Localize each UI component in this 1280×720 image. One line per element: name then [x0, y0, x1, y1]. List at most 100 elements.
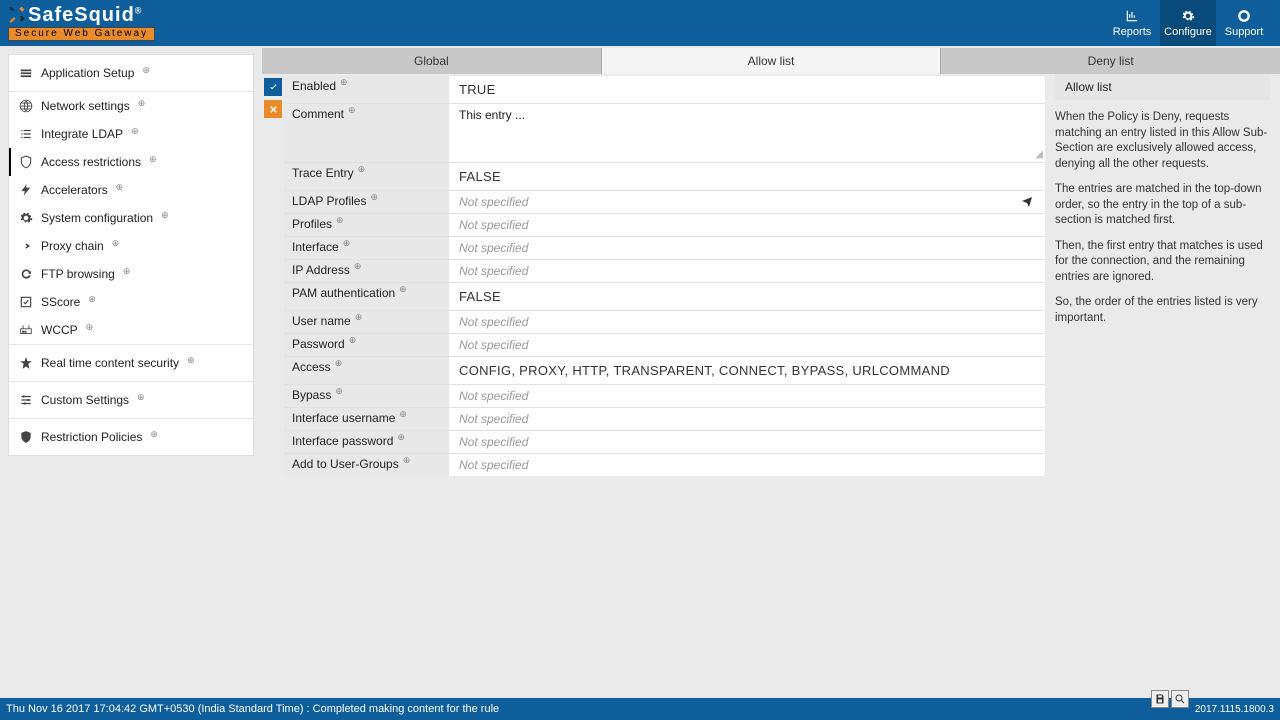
help-icon[interactable]: ⊕ — [397, 432, 405, 443]
search-icon — [1174, 693, 1186, 705]
sidebar-item-network-settings[interactable]: Network settings⊕ — [9, 92, 253, 120]
brand-logo: SafeSquid® Secure Web Gateway — [8, 5, 155, 41]
sidebar-item-real-time-content-security[interactable]: Real time content security⊕ — [9, 345, 253, 381]
tab-deny-list[interactable]: Deny list — [940, 48, 1280, 74]
brand-tagline: Secure Web Gateway — [8, 27, 155, 41]
help-icon[interactable]: ⊕ — [138, 98, 146, 109]
form-value[interactable]: Not specified — [449, 237, 1045, 259]
router-icon — [19, 323, 33, 337]
tab-allow-list[interactable]: Allow list — [601, 48, 941, 74]
sidebar-item-label: Proxy chain — [41, 239, 104, 253]
help-icon[interactable]: ⊕ — [137, 392, 145, 403]
tab-global[interactable]: Global — [262, 48, 601, 74]
form-label: Bypass⊕ — [284, 385, 449, 407]
sidebar-item-application-setup[interactable]: Application Setup⊕ — [9, 55, 253, 91]
help-icon[interactable]: ⊕ — [399, 284, 407, 295]
form-row-password: Password⊕Not specified — [284, 333, 1045, 356]
help-icon[interactable]: ⊕ — [150, 429, 158, 440]
sidebar-item-wccp[interactable]: WCCP ⊕ — [9, 316, 253, 344]
form-value[interactable]: Not specified — [449, 385, 1045, 407]
help-icon[interactable]: ⊕ — [335, 386, 343, 397]
help-icon[interactable]: ⊕ — [336, 215, 344, 226]
save-button[interactable] — [1151, 690, 1169, 708]
help-icon[interactable]: ⊕ — [335, 358, 343, 369]
sidebar-item-custom-settings[interactable]: Custom Settings ⊕ — [9, 382, 253, 418]
top-actions: Reports Configure Support — [1104, 0, 1272, 46]
help-paragraph: The entries are matched in the top-down … — [1055, 182, 1270, 229]
help-icon[interactable]: ⊕ — [340, 77, 348, 88]
help-icon[interactable]: ⊕ — [149, 154, 157, 165]
sidebar-item-integrate-ldap[interactable]: Integrate LDAP⊕ — [9, 120, 253, 148]
help-icon[interactable]: ⊕ — [116, 182, 124, 193]
form-value[interactable]: FALSE — [449, 283, 1045, 310]
help-icon[interactable]: ⊕ — [123, 266, 131, 277]
sidebar-item-label: WCCP — [41, 323, 78, 337]
list-icon — [19, 127, 33, 141]
sidebar-item-system-configuration[interactable]: System configuration ⊕ — [9, 204, 253, 232]
help-icon[interactable]: ⊕ — [354, 261, 362, 272]
form-value[interactable]: Not specified — [449, 311, 1045, 333]
form-row-access: Access⊕CONFIG, PROXY, HTTP, TRANSPARENT,… — [284, 356, 1045, 384]
sidebar-item-ftp-browsing[interactable]: FTP browsing ⊕ — [9, 260, 253, 288]
comment-input[interactable]: This entry ...◢ — [449, 104, 1045, 162]
sidebar-item-proxy-chain[interactable]: Proxy chain ⊕ — [9, 232, 253, 260]
help-icon[interactable]: ⊕ — [355, 312, 363, 323]
reports-button[interactable]: Reports — [1104, 0, 1160, 46]
sidebar-item-sscore[interactable]: SScore⊕ — [9, 288, 253, 316]
confirm-button[interactable] — [264, 78, 282, 96]
form-label: Interface⊕ — [284, 237, 449, 259]
help-icon[interactable]: ⊕ — [88, 294, 96, 305]
help-paragraph: So, the order of the entries listed is v… — [1055, 295, 1270, 326]
sidebar: Application Setup⊕Network settings⊕Integ… — [0, 46, 262, 698]
help-icon[interactable]: ⊕ — [358, 164, 366, 175]
help-icon[interactable]: ⊕ — [348, 105, 356, 116]
form-value[interactable]: FALSE — [449, 163, 1045, 190]
configure-button[interactable]: Configure — [1160, 0, 1216, 46]
help-icon[interactable]: ⊕ — [399, 409, 407, 420]
sidebar-item-label: FTP browsing — [41, 267, 115, 281]
search-button[interactable] — [1171, 690, 1189, 708]
check-icon — [19, 295, 33, 309]
form-value[interactable]: Not specified — [449, 260, 1045, 282]
cancel-button[interactable] — [264, 100, 282, 118]
sidebar-item-accelerators[interactable]: Accelerators⊕ — [9, 176, 253, 204]
help-paragraph: When the Policy is Deny, requests matchi… — [1055, 110, 1270, 172]
help-icon[interactable]: ⊕ — [349, 335, 357, 346]
sidebar-item-access-restrictions[interactable]: Access restrictions⊕ — [9, 148, 253, 176]
form-value[interactable]: Not specified — [449, 431, 1045, 453]
support-button[interactable]: Support — [1216, 0, 1272, 46]
form-value[interactable]: CONFIG, PROXY, HTTP, TRANSPARENT, CONNEC… — [449, 357, 1045, 384]
help-icon[interactable]: ⊕ — [403, 455, 411, 466]
sidebar-item-label: System configuration — [41, 211, 153, 225]
resize-handle-icon[interactable]: ◢ — [1035, 149, 1043, 160]
form-value[interactable]: Not specified — [449, 454, 1045, 476]
gear-icon — [19, 211, 33, 225]
form-value[interactable]: Not specified — [449, 408, 1045, 430]
help-icon[interactable]: ⊕ — [343, 238, 351, 249]
sidebar-item-label: Custom Settings — [41, 393, 129, 407]
help-icon[interactable]: ⊕ — [112, 238, 120, 249]
form-row-comment: Comment⊕This entry ...◢ — [284, 103, 1045, 162]
form-row-pam-authentication: PAM authentication⊕FALSE — [284, 282, 1045, 310]
help-icon[interactable]: ⊕ — [187, 355, 195, 366]
send-icon[interactable] — [1021, 195, 1033, 210]
help-icon[interactable]: ⊕ — [86, 322, 94, 333]
form-label: Trace Entry⊕ — [284, 163, 449, 190]
help-icon[interactable]: ⊕ — [370, 192, 378, 203]
entry-form: Enabled⊕TRUEComment⊕This entry ...◢Trace… — [284, 76, 1045, 698]
gears-icon — [1181, 9, 1195, 23]
form-value[interactable]: TRUE — [449, 76, 1045, 103]
close-icon — [268, 104, 279, 115]
sidebar-item-restriction-policies[interactable]: Restriction Policies⊕ — [9, 419, 253, 455]
form-row-user-name: User name⊕Not specified — [284, 310, 1045, 333]
form-row-interface-username: Interface username⊕Not specified — [284, 407, 1045, 430]
help-icon[interactable]: ⊕ — [161, 210, 169, 221]
help-icon[interactable]: ⊕ — [142, 65, 150, 76]
form-value[interactable]: Not specified — [449, 214, 1045, 236]
sliders-icon — [19, 393, 33, 407]
form-value[interactable]: Not specified — [449, 191, 1045, 213]
star-icon — [19, 356, 33, 370]
form-value[interactable]: Not specified — [449, 334, 1045, 356]
help-icon[interactable]: ⊕ — [131, 126, 139, 137]
form-label: Comment⊕ — [284, 104, 449, 162]
